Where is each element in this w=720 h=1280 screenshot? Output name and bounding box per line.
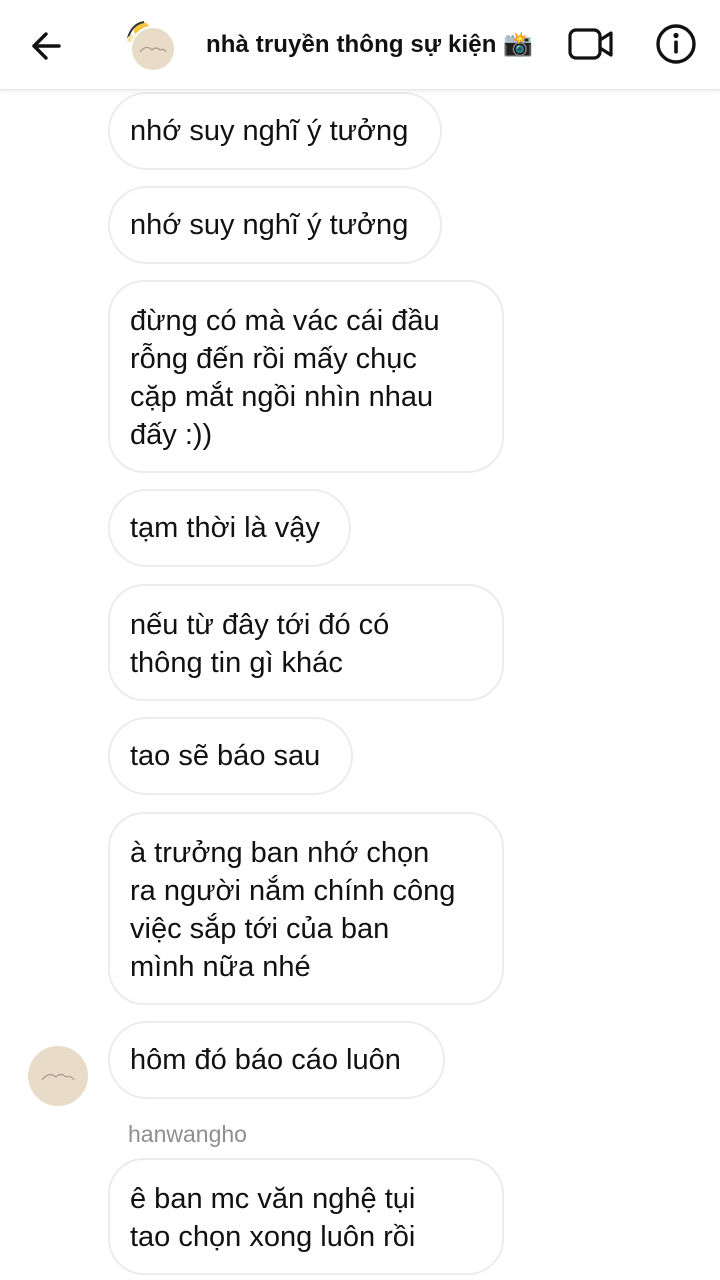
message-text: tao sẽ báo sau [130,740,321,772]
message-bubble[interactable]: à trưởng ban nhớ chọn ra người nắm chính… [108,812,504,1005]
message-line: tao chọn xong luôn rồi [130,1221,416,1253]
message-text: đừng có mà vác cái đầu rỗng đến rồi mấy … [130,302,440,454]
video-call-button[interactable] [566,22,616,66]
message-bubble[interactable]: ê ban mc văn nghệ tụi tao chọn xong luôn… [108,1158,504,1275]
message-bubble[interactable]: nhớ suy nghĩ ý tưởng [108,186,442,264]
message-line: mình nữa nhé [130,951,311,983]
message-line: ra người nắm chính công [130,875,456,907]
message-text: nếu từ đây tới đó có thông tin gì khác [130,606,389,682]
message-text: tạm thời là vậy [130,512,320,544]
info-icon [656,24,696,64]
message-text: à trưởng ban nhớ chọn ra người nắm chính… [130,834,455,986]
message-line: thông tin gì khác [130,647,343,679]
message-bubble[interactable]: nếu từ đây tới đó có thông tin gì khác [108,584,504,701]
message-line: ê ban mc văn nghệ tụi [130,1183,416,1215]
member-avatar-main [130,26,176,72]
message-text: nhớ suy nghĩ ý tưởng [130,209,409,241]
message-line: việc sắp tới của ban [130,913,390,945]
group-avatar[interactable] [116,14,180,74]
message-line: đừng có mà vác cái đầu [130,305,440,337]
message-line: rỗng đến rồi mấy chục [130,343,417,375]
video-camera-icon [568,28,613,60]
message-bubble[interactable]: hôm đó báo cáo luôn [108,1021,445,1099]
sender-avatar[interactable] [28,1046,88,1106]
message-bubble[interactable]: đừng có mà vác cái đầu rỗng đến rồi mấy … [108,280,504,473]
message-line: đấy :)) [130,419,213,451]
chat-header: nhà truyền thông sự kiện 📸 [0,0,720,90]
message-text: ê ban mc văn nghệ tụi tao chọn xong luôn… [130,1180,415,1256]
message-bubble[interactable]: tao sẽ báo sau [108,717,353,795]
back-button[interactable] [24,24,68,68]
arrow-left-icon [32,32,61,60]
message-text: nhớ suy nghĩ ý tưởng [130,115,409,147]
sender-name: hanwangho [128,1121,247,1147]
chat-title[interactable]: nhà truyền thông sự kiện 📸 [206,30,533,59]
info-button[interactable] [652,20,700,68]
message-bubble[interactable]: tạm thời là vậy [108,489,351,567]
message-line: à trưởng ban nhớ chọn [130,837,430,869]
message-text: hôm đó báo cáo luôn [130,1044,401,1076]
message-bubble[interactable]: nhớ suy nghĩ ý tưởng [108,92,442,170]
message-line: nếu từ đây tới đó có [130,609,390,641]
message-line: cặp mắt ngồi nhìn nhau [130,381,434,413]
